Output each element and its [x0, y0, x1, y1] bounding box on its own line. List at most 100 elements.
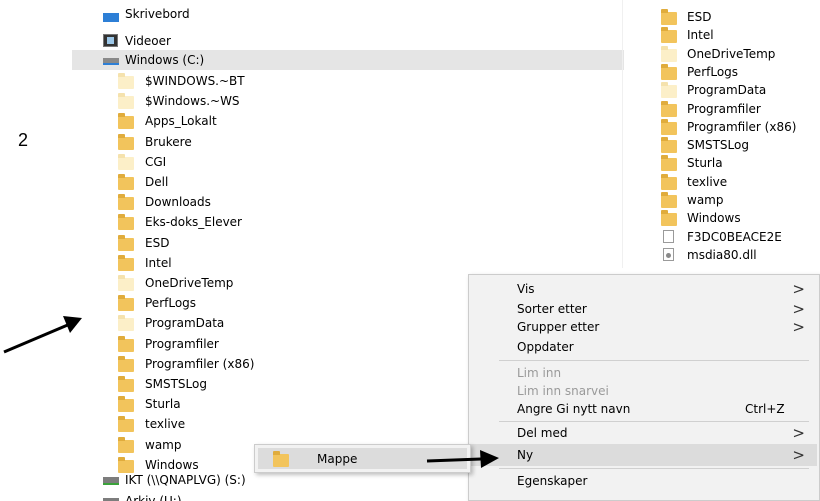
- folder-icon: [661, 9, 677, 25]
- drive-icon: [103, 58, 119, 65]
- menu-item-oppdater[interactable]: Oppdater: [517, 337, 574, 357]
- tree-folder-item[interactable]: Programfiler (x86): [118, 354, 398, 374]
- tree-folder-item[interactable]: Intel: [118, 253, 398, 273]
- file-list-label: PerfLogs: [687, 64, 739, 79]
- menu-item-label: Del med: [517, 426, 568, 440]
- folder-icon: [273, 451, 289, 467]
- folder-icon: [661, 82, 677, 99]
- tree-item-skrivebord[interactable]: Skrivebord: [103, 7, 403, 27]
- file-list-item[interactable]: msdia80.dll: [661, 246, 819, 264]
- file-list-item[interactable]: Programfiler: [661, 100, 819, 118]
- file-list-item[interactable]: ProgramData: [661, 81, 819, 99]
- folder-icon: [661, 118, 677, 135]
- tree-folder-item[interactable]: Downloads: [118, 192, 398, 212]
- folder-icon: [118, 153, 134, 170]
- file-list-label: Programfiler: [687, 101, 761, 116]
- menu-item-egenskaper[interactable]: Egenskaper: [517, 471, 587, 491]
- chevron-right-icon: >: [792, 446, 805, 464]
- tree-item-label: ESD: [145, 235, 170, 250]
- file-list-item[interactable]: OneDriveTemp: [661, 45, 819, 63]
- tree-folder-item[interactable]: OneDriveTemp: [118, 273, 398, 293]
- menu-item-del-med[interactable]: Del med: [517, 423, 567, 443]
- tree-folder-item[interactable]: $WINDOWS.~BT: [118, 71, 398, 91]
- file-list-item[interactable]: Windows: [661, 209, 819, 227]
- file-list-label: SMSTSLog: [687, 138, 749, 153]
- file-list-item[interactable]: SMSTSLog: [661, 136, 819, 154]
- menu-separator: [499, 360, 809, 361]
- tree-item-windows-c[interactable]: Windows (C:): [103, 50, 403, 70]
- tree-folder-item[interactable]: $Windows.~WS: [118, 91, 398, 111]
- tree-item-label: Dell: [145, 175, 169, 189]
- network-drive-icon: [103, 477, 119, 485]
- file-list-item[interactable]: Sturla: [661, 154, 819, 172]
- tree-item-label: Arkiv (U:): [125, 494, 182, 501]
- file-list-item[interactable]: F3DC0BEACE2E: [661, 228, 819, 246]
- chevron-right-icon: >: [792, 318, 805, 336]
- folder-icon: [118, 254, 134, 271]
- folder-icon: [118, 275, 134, 291]
- menu-item-label: Sorter etter: [517, 302, 587, 316]
- menu-item-label: Vis: [517, 282, 535, 296]
- tree-folder-item[interactable]: texlive: [118, 414, 398, 434]
- menu-item-angre-gi-nytt-navn[interactable]: Angre Gi nytt navn: [517, 399, 630, 419]
- tree-folder-item[interactable]: Sturla: [118, 394, 398, 414]
- folder-icon: [661, 155, 677, 172]
- menu-item-lim-inn[interactable]: Lim inn: [517, 363, 561, 383]
- menu-item-label: Egenskaper: [517, 474, 588, 488]
- tree-item-label: IKT (\\QNAPLVG) (S:): [125, 473, 246, 487]
- tree-item-label: texlive: [145, 417, 186, 432]
- menu-item-grupper-etter[interactable]: Grupper etter: [517, 317, 817, 337]
- menu-item-lim-inn-snarvei[interactable]: Lim inn snarvei: [517, 381, 609, 401]
- folder-icon: [118, 113, 134, 130]
- file-list-item[interactable]: texlive: [661, 173, 819, 191]
- file-list-item[interactable]: wamp: [661, 191, 819, 209]
- menu-separator: [499, 421, 809, 422]
- tree-folder-item[interactable]: Programfiler: [118, 334, 398, 354]
- folder-icon: [118, 315, 134, 332]
- menu-item-vis[interactable]: Vis: [517, 279, 817, 299]
- tree-item-label: CGI: [145, 154, 167, 169]
- folder-icon: [118, 174, 134, 190]
- file-list-item[interactable]: Programfiler (x86): [661, 118, 819, 136]
- menu-item-ny[interactable]: Ny: [517, 445, 533, 465]
- tree-folder-item[interactable]: Dell: [118, 172, 398, 192]
- file-list-pane: ESD Intel OneDriveTemp PerfLogs ProgramData P…: [622, 0, 820, 268]
- tree-folder-item[interactable]: Apps_Lokalt: [118, 111, 398, 131]
- tree-folder-item[interactable]: CGI: [118, 152, 398, 172]
- tree-item-label: $WINDOWS.~BT: [145, 74, 245, 88]
- folder-icon: [118, 73, 134, 89]
- folder-icon: [118, 295, 134, 312]
- folder-icon: [661, 27, 677, 44]
- tree-folder-item[interactable]: ESD: [118, 233, 398, 253]
- folder-icon: [661, 173, 677, 190]
- folder-icon: [118, 335, 134, 352]
- shortcut-text: Ctrl+Z: [745, 402, 785, 416]
- menu-separator: [499, 468, 809, 469]
- tree-folder-item[interactable]: ProgramData: [118, 313, 398, 333]
- file-list-label: F3DC0BEACE2E: [687, 229, 782, 244]
- file-list-label: wamp: [687, 193, 724, 207]
- file-list-item[interactable]: Intel: [661, 26, 819, 44]
- folder-icon: [661, 100, 677, 117]
- tree-item-videoer[interactable]: Videoer: [103, 31, 403, 51]
- chevron-right-icon: >: [792, 424, 805, 442]
- tree-folder-item[interactable]: Brukere: [118, 132, 398, 152]
- dll-file-icon: [663, 247, 674, 261]
- file-list-item[interactable]: ESD: [661, 8, 819, 26]
- desktop-icon: [103, 13, 119, 22]
- tree-item-arkiv-drive[interactable]: Arkiv (U:): [103, 491, 403, 501]
- file-list-label: OneDriveTemp: [687, 46, 776, 61]
- tree-folder-item[interactable]: Eks-doks_Elever: [118, 212, 398, 232]
- annotation-arrow-right: [426, 450, 499, 468]
- tree-folder-item[interactable]: SMSTSLog: [118, 374, 398, 394]
- file-list-item[interactable]: PerfLogs: [661, 63, 819, 81]
- tree-item-label: Downloads: [145, 195, 211, 210]
- context-menu: Vis > Sorter etter > Grupper etter > Opp…: [468, 274, 820, 501]
- menu-item-sorter-etter[interactable]: Sorter etter: [517, 299, 817, 319]
- menu-item-label: Lim inn snarvei: [517, 384, 609, 398]
- tree-item-label: Apps_Lokalt: [145, 114, 217, 129]
- tree-folder-item[interactable]: PerfLogs: [118, 293, 398, 313]
- chevron-right-icon: >: [792, 300, 805, 318]
- folder-icon: [661, 63, 677, 80]
- tree-item-ikt-drive[interactable]: IKT (\\QNAPLVG) (S:): [103, 470, 403, 490]
